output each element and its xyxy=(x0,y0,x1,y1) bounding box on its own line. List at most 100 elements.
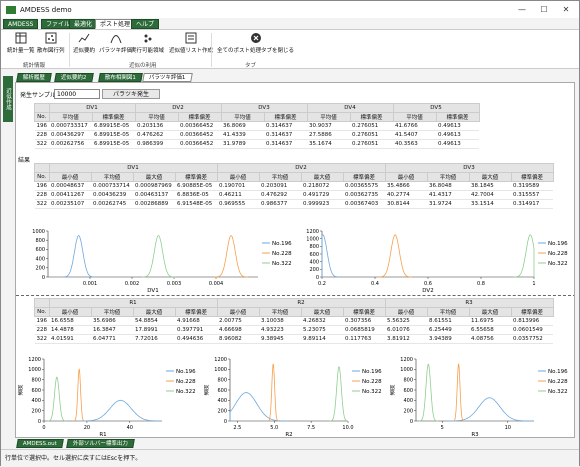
value-cell[interactable]: 0.203091 xyxy=(259,181,301,191)
value-cell[interactable]: 0.813996 xyxy=(511,316,553,326)
value-cell[interactable]: 40.3563 xyxy=(393,139,436,149)
value-cell[interactable]: 0.276051 xyxy=(350,121,393,131)
row-number-cell[interactable]: 322 xyxy=(34,139,49,149)
value-cell[interactable]: 6.89915E-05 xyxy=(92,121,135,131)
value-cell[interactable]: 31.9789 xyxy=(221,139,264,149)
value-cell[interactable]: 6.25449 xyxy=(427,325,469,335)
value-cell[interactable]: 0.000733714 xyxy=(91,181,133,191)
value-cell[interactable]: 14.4878 xyxy=(49,325,91,335)
generate-variance-button[interactable]: パラツキ発生 xyxy=(102,89,160,99)
value-cell[interactable]: 0.491729 xyxy=(301,190,343,200)
value-cell[interactable]: 0.0357752 xyxy=(511,334,553,344)
row-number-cell[interactable]: 228 xyxy=(34,190,49,200)
value-cell[interactable]: 36.8069 xyxy=(221,121,264,131)
table-row[interactable]: 196 0.000733317 6.89915E-05 0.203136 0.00366… xyxy=(34,121,479,131)
value-cell[interactable]: 0.117763 xyxy=(343,334,385,344)
value-cell[interactable]: 0.00463137 xyxy=(133,190,175,200)
value-cell[interactable]: 54.8854 xyxy=(133,316,175,326)
value-cell[interactable]: 0.476262 xyxy=(135,130,178,140)
table-row[interactable]: 322 4.01591 6.04771 7.72016 0.494636 8.96082 9… xyxy=(34,334,553,344)
value-cell[interactable]: 30.8144 xyxy=(385,199,427,209)
value-cell[interactable]: 0.00366452 xyxy=(178,121,221,131)
sample-count-input[interactable] xyxy=(54,89,100,99)
tab-approx-summary2[interactable]: 近似要約2 xyxy=(54,73,94,82)
value-cell[interactable]: 0.49613 xyxy=(436,130,479,140)
approx-list-button[interactable]: 近似値リスト作成 xyxy=(169,32,213,54)
value-cell[interactable]: 0.494636 xyxy=(175,334,217,344)
value-cell[interactable]: 42.7004 xyxy=(469,190,511,200)
value-cell[interactable]: 31.9724 xyxy=(427,199,469,209)
value-cell[interactable]: 0.00048637 xyxy=(49,181,91,191)
value-cell[interactable]: 41.6766 xyxy=(393,121,436,131)
value-cell[interactable]: 0.00365575 xyxy=(343,181,385,191)
value-cell[interactable]: 0.00286889 xyxy=(133,199,175,209)
value-cell[interactable]: 3.10038 xyxy=(259,316,301,326)
value-cell[interactable]: 0.000987969 xyxy=(133,181,175,191)
value-cell[interactable]: 17.8991 xyxy=(133,325,175,335)
value-cell[interactable]: 8.96082 xyxy=(217,334,259,344)
table-row[interactable]: 196 16.6558 35.6986 54.8854 4.91668 2.00775 3.… xyxy=(34,316,553,326)
value-cell[interactable]: 35.1674 xyxy=(307,139,350,149)
value-cell[interactable]: 6.8836E-05 xyxy=(175,190,217,200)
value-cell[interactable]: 30.9037 xyxy=(307,121,350,131)
value-cell[interactable]: 2.00775 xyxy=(217,316,259,326)
table-row[interactable]: 196 0.00048637 0.000733714 0.000987969 6.908… xyxy=(34,181,553,191)
value-cell[interactable]: 0.276051 xyxy=(350,139,393,149)
value-cell[interactable]: 16.3847 xyxy=(91,325,133,335)
close-all-post-tabs-button[interactable]: 全てのポスト処理タブを閉じる xyxy=(217,32,294,54)
value-cell[interactable]: 38.1845 xyxy=(469,181,511,191)
value-cell[interactable]: 4.91668 xyxy=(175,316,217,326)
value-cell[interactable]: 3.94389 xyxy=(427,334,469,344)
value-cell[interactable]: 0.49613 xyxy=(436,121,479,131)
value-cell[interactable]: 0.314637 xyxy=(264,130,307,140)
value-cell[interactable]: 6.04771 xyxy=(91,334,133,344)
value-cell[interactable]: 0.969555 xyxy=(217,199,259,209)
variance-eval-button[interactable]: パラツキ評価 xyxy=(99,32,132,54)
value-cell[interactable]: 8.61551 xyxy=(427,316,469,326)
value-cell[interactable]: 6.91548E-05 xyxy=(175,199,217,209)
value-cell[interactable]: 5.56325 xyxy=(385,316,427,326)
maximize-button[interactable]: ☐ xyxy=(533,1,555,18)
row-number-cell[interactable]: 196 xyxy=(34,181,49,191)
value-cell[interactable]: 0.986399 xyxy=(135,139,178,149)
value-cell[interactable]: 6.01076 xyxy=(385,325,427,335)
value-cell[interactable]: 5.23075 xyxy=(301,325,343,335)
value-cell[interactable]: 7.72016 xyxy=(133,334,175,344)
side-tab-approx[interactable]: 近似作成 xyxy=(3,76,13,122)
value-cell[interactable]: 35.4866 xyxy=(385,181,427,191)
value-cell[interactable]: 0.49613 xyxy=(436,139,479,149)
value-cell[interactable]: 0.00366452 xyxy=(178,139,221,149)
menu-amdess[interactable]: AMDESS xyxy=(3,19,39,29)
value-cell[interactable]: 41.5407 xyxy=(393,130,436,140)
value-cell[interactable]: 0.00436239 xyxy=(91,190,133,200)
row-number-cell[interactable]: 228 xyxy=(34,130,49,140)
table-row[interactable]: 322 0.00235107 0.00262745 0.00286889 6.91548… xyxy=(34,199,553,209)
value-cell[interactable]: 0.314637 xyxy=(264,121,307,131)
value-cell[interactable]: 0.218072 xyxy=(301,181,343,191)
value-cell[interactable]: 41.4317 xyxy=(427,190,469,200)
row-number-cell[interactable]: 196 xyxy=(34,316,49,326)
table-row[interactable]: 228 0.00436297 6.89915E-05 0.476262 0.003664… xyxy=(34,130,479,140)
value-cell[interactable]: 36.8048 xyxy=(427,181,469,191)
row-number-cell[interactable]: 196 xyxy=(34,121,49,131)
value-cell[interactable]: 0.314917 xyxy=(511,199,553,209)
value-cell[interactable]: 41.4339 xyxy=(221,130,264,140)
value-cell[interactable]: 0.314637 xyxy=(264,139,307,149)
tab-variance-eval1[interactable]: パラツキ評価1 xyxy=(142,73,193,82)
feasible-region-button[interactable]: 実行可能領域 xyxy=(131,32,164,54)
scatter-matrix-button[interactable]: 散布図行列 xyxy=(37,32,65,54)
table-row[interactable]: 228 14.4878 16.3847 17.8991 0.397791 4.66698 4… xyxy=(34,325,553,335)
value-cell[interactable]: 0.190701 xyxy=(217,181,259,191)
table-row[interactable]: 228 0.00411267 0.00436239 0.00463137 6.8836E… xyxy=(34,190,553,200)
value-cell[interactable]: 4.26832 xyxy=(301,316,343,326)
value-cell[interactable]: 6.89915E-05 xyxy=(92,130,135,140)
value-cell[interactable]: 0.986377 xyxy=(259,199,301,209)
tab-external-solver-output[interactable]: 外部ソルバー標準出力 xyxy=(66,439,135,448)
table-row[interactable]: 322 0.00262756 6.89915E-05 0.986399 0.003664… xyxy=(34,139,479,149)
value-cell[interactable]: 0.00367403 xyxy=(343,199,385,209)
value-cell[interactable]: 0.476292 xyxy=(259,190,301,200)
value-cell[interactable]: 11.6975 xyxy=(469,316,511,326)
value-cell[interactable]: 4.01591 xyxy=(49,334,91,344)
value-cell[interactable]: 9.38945 xyxy=(259,334,301,344)
value-cell[interactable]: 0.00366452 xyxy=(178,130,221,140)
